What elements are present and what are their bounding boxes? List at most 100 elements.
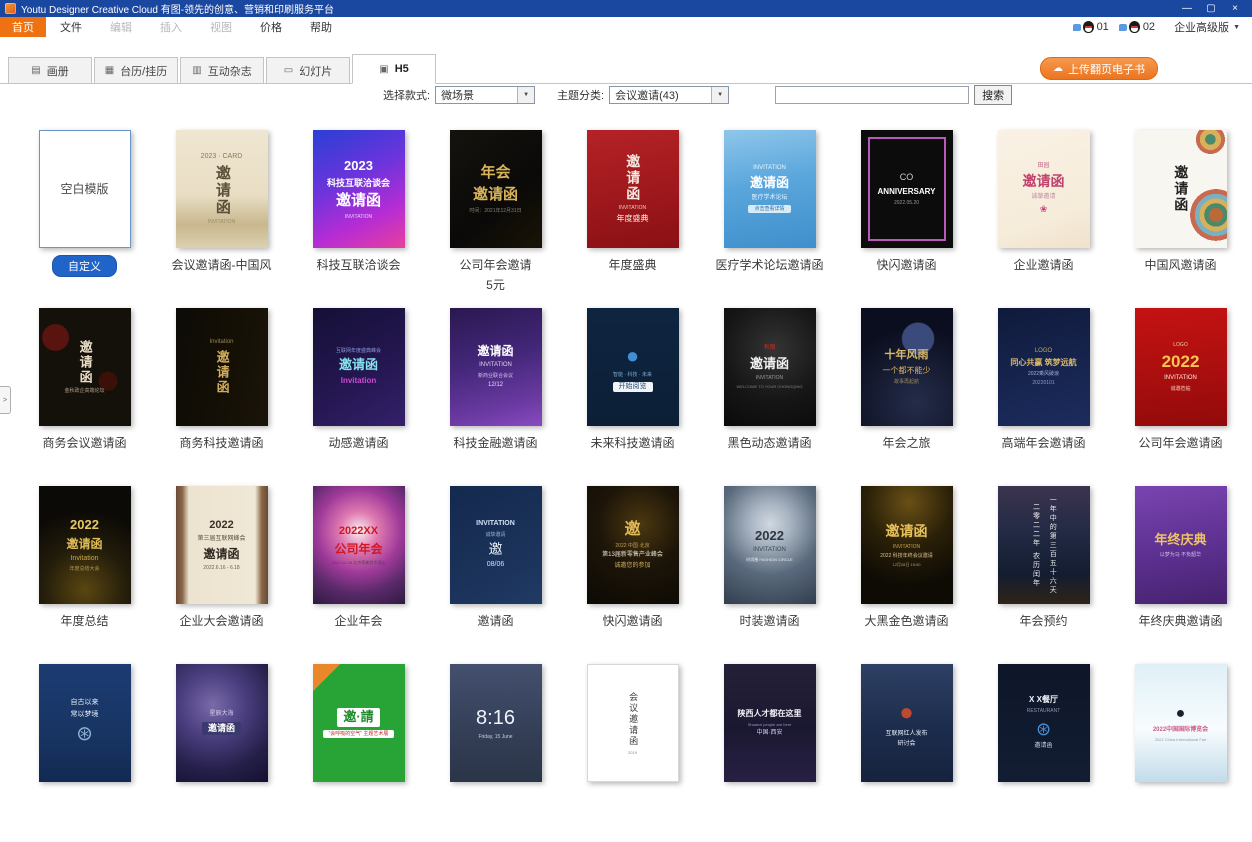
- tab-3[interactable]: ▭幻灯片: [266, 57, 350, 83]
- thumbnail-text: 邀: [624, 520, 640, 540]
- template-card: 空白模版自定义: [16, 130, 153, 308]
- template-thumbnail[interactable]: 邀请函: [1135, 130, 1227, 248]
- template-thumbnail[interactable]: 邀请函金秋政企高端论坛: [39, 308, 131, 426]
- qq-account-0[interactable]: 01: [1073, 21, 1109, 33]
- template-thumbnail[interactable]: 星辰大海邀请函: [176, 664, 268, 782]
- minimize-button[interactable]: —: [1175, 1, 1199, 16]
- thumbnail-text: 金秋政企高端论坛: [64, 388, 104, 394]
- maximize-button[interactable]: ▢: [1199, 1, 1223, 16]
- template-name: 企业大会邀请函: [179, 612, 263, 629]
- thumbnail-text: INVITATION: [756, 375, 783, 381]
- template-thumbnail[interactable]: 邀2022 中国·北京第13届新零售产业峰会诚邀您的参加: [587, 486, 679, 604]
- search-input[interactable]: [775, 86, 969, 104]
- thumbnail-text: INVITATION: [619, 205, 646, 211]
- upload-cloud-icon: ☁: [1053, 63, 1063, 74]
- template-thumbnail[interactable]: INVITATION邀请函医疗学术论坛点击查看详情: [724, 130, 816, 248]
- tab-2[interactable]: ▥互动杂志: [180, 57, 264, 83]
- tab-0[interactable]: ▤画册: [8, 57, 92, 83]
- template-thumbnail[interactable]: 空白模版: [39, 130, 131, 248]
- thumbnail-text: 2022: [1162, 351, 1200, 372]
- thumbnail-art: 2022INVITATION时尚圈 FASHION CIRCLE: [724, 525, 816, 566]
- thumbnail-text: INVITATION: [476, 520, 515, 529]
- template-thumbnail[interactable]: 邀请函INVITATION新商业联合会议12/12: [450, 308, 542, 426]
- template-thumbnail[interactable]: ●智能 · 科技 · 未来开始阅览: [587, 308, 679, 426]
- thumbnail-art: 年会邀请函时间：2021年12月31日: [450, 161, 542, 217]
- thumbnail-art: 田园邀请函诚挚邀请❀: [998, 160, 1090, 219]
- template-thumbnail[interactable]: LOGO同心共赢 筑梦远航2022乘风破浪20220101: [998, 308, 1090, 426]
- template-thumbnail[interactable]: 互联网年度盛典峰会邀请函Invitation: [313, 308, 405, 426]
- menu-item-0[interactable]: 首页: [0, 17, 46, 37]
- template-thumbnail[interactable]: 十年风雨一个都不能少故事再起航: [861, 308, 953, 426]
- template-card: INVITATION诚挚邀请邀08/06邀请函: [427, 486, 564, 664]
- template-thumbnail[interactable]: 陕西人才都在这里Shaanxi people are here中国·西安: [724, 664, 816, 782]
- template-thumbnail[interactable]: 2022XX公司年会2022-12-25 北京荣美悦华酒店: [313, 486, 405, 604]
- thumbnail-text: 邀请函: [212, 165, 231, 216]
- thumbnail-text: 邀请函: [339, 357, 378, 373]
- template-thumbnail[interactable]: 2023 · CARD邀请函INVITATION: [176, 130, 268, 248]
- qq-account-1[interactable]: 02: [1119, 21, 1155, 33]
- thumbnail-text: 邀: [489, 541, 503, 559]
- template-thumbnail[interactable]: ●互联网红人发布研讨会: [861, 664, 953, 782]
- thumbnail-text: X X餐厅: [1029, 695, 1058, 705]
- thumbnail-text: 诚挚邀请: [485, 532, 505, 538]
- thumbnail-art: 邀请函INVITATION年度盛典: [587, 151, 679, 227]
- template-thumbnail[interactable]: INVITATION诚挚邀请邀08/06: [450, 486, 542, 604]
- template-card: 邀请函INVITATION年度盛典年度盛典: [564, 130, 701, 308]
- template-thumbnail[interactable]: 有图邀请函INVITATIONWELCOME TO YOUR CHONGQING: [724, 308, 816, 426]
- template-thumbnail[interactable]: 会议邀请函2019: [587, 664, 679, 782]
- menu-item-6[interactable]: 帮助: [296, 17, 346, 37]
- thumbnail-text: 互联网红人发布: [885, 731, 927, 739]
- template-name: 医疗学术论坛邀请函: [715, 256, 823, 273]
- template-thumbnail[interactable]: LOGO2022INVITATION诚邀莅临: [1135, 308, 1227, 426]
- template-thumbnail[interactable]: X X餐厅RESTAURANT⊛邀请函: [998, 664, 1090, 782]
- search-button[interactable]: 搜索: [974, 85, 1012, 105]
- category-select[interactable]: 会议邀请(43) ▼: [609, 86, 729, 104]
- menu-item-5[interactable]: 价格: [246, 17, 296, 37]
- close-button[interactable]: ×: [1223, 1, 1247, 16]
- template-thumbnail[interactable]: 田园邀请函诚挚邀请❀: [998, 130, 1090, 248]
- template-thumbnail[interactable]: COANNIVERSARY2022.05.20: [861, 130, 953, 248]
- thumbnail-art: INVITATION邀请函医疗学术论坛点击查看详情: [724, 162, 816, 217]
- template-thumbnail[interactable]: 年终庆典以梦为马 不负韶华: [1135, 486, 1227, 604]
- template-thumbnail[interactable]: 8:16Friday, 15 June: [450, 664, 542, 782]
- template-card: 邀2022 中国·北京第13届新零售产业峰会诚邀您的参加快闪邀请函: [564, 486, 701, 664]
- customize-button[interactable]: 自定义: [52, 255, 117, 277]
- thumbnail-text: 以梦为马 不负韶华: [1160, 552, 1201, 558]
- panel-collapse-handle[interactable]: >: [0, 386, 11, 414]
- template-thumbnail[interactable]: 邀请函INVITATION年度盛典: [587, 130, 679, 248]
- tab-1[interactable]: ▦台历/挂历: [94, 57, 178, 83]
- thumbnail-text: 邀·請: [337, 708, 379, 726]
- template-thumbnail[interactable]: 邀请函INVITATION2022 科技年终会议邀请12月28日 19:00: [861, 486, 953, 604]
- template-thumbnail[interactable]: Invitation邀请函: [176, 308, 268, 426]
- template-name: 公司年会邀请: [459, 256, 531, 273]
- tab-label: 台历/挂历: [120, 63, 167, 79]
- tab-h5[interactable]: ▣H5: [352, 54, 436, 84]
- template-card: 2022INVITATION时尚圈 FASHION CIRCLE时装邀请函: [701, 486, 838, 664]
- thumbnail-text: Invitation: [341, 376, 377, 386]
- edition-dropdown[interactable]: 企业高级版 ▼: [1174, 19, 1240, 35]
- menu-item-1[interactable]: 文件: [46, 17, 96, 37]
- template-thumbnail[interactable]: 年会邀请函时间：2021年12月31日: [450, 130, 542, 248]
- chevron-down-icon[interactable]: ▼: [711, 87, 728, 103]
- thumbnail-text: 研讨会: [897, 741, 915, 749]
- thumbnail-art: 2023 · CARD邀请函INVITATION: [176, 150, 268, 228]
- template-thumbnail[interactable]: 2022邀请函Invitation年度总结大会: [39, 486, 131, 604]
- thumbnail-text: 2022.05.20: [894, 200, 919, 206]
- chevron-down-icon[interactable]: ▼: [517, 87, 534, 103]
- template-thumbnail[interactable]: 2022INVITATION时尚圈 FASHION CIRCLE: [724, 486, 816, 604]
- upload-ebook-button[interactable]: ☁ 上传翻页电子书: [1040, 57, 1158, 80]
- thumbnail-text: 开始阅览: [613, 382, 653, 393]
- style-filter-label: 选择款式:: [383, 87, 430, 103]
- template-thumbnail[interactable]: 2022第三届互联网峰会邀请函2022.6.16 - 6.18: [176, 486, 268, 604]
- template-thumbnail[interactable]: 2023科技互联洽谈会邀请函INVITATION: [313, 130, 405, 248]
- template-thumbnail[interactable]: 邀·請“会呼吸的空气” 主题艺术展: [313, 664, 405, 782]
- thumbnail-text: 年度盛典: [617, 214, 649, 224]
- template-thumbnail[interactable]: 自古以来常以梦境⊛: [39, 664, 131, 782]
- style-select[interactable]: 微场景 ▼: [435, 86, 535, 104]
- template-thumbnail[interactable]: 二零二二年 农历闰年一年中的第三百五十六天: [998, 486, 1090, 604]
- thumbnail-text: 空白模版: [60, 182, 108, 197]
- thumbnail-text: CO: [900, 172, 914, 183]
- thumbnail-text: 医疗学术论坛: [751, 195, 787, 203]
- template-row-2: 2022邀请函Invitation年度总结大会年度总结2022第三届互联网峰会邀…: [16, 486, 1252, 664]
- template-thumbnail[interactable]: ●2022中国国际博览会2022 China International Fai…: [1135, 664, 1227, 782]
